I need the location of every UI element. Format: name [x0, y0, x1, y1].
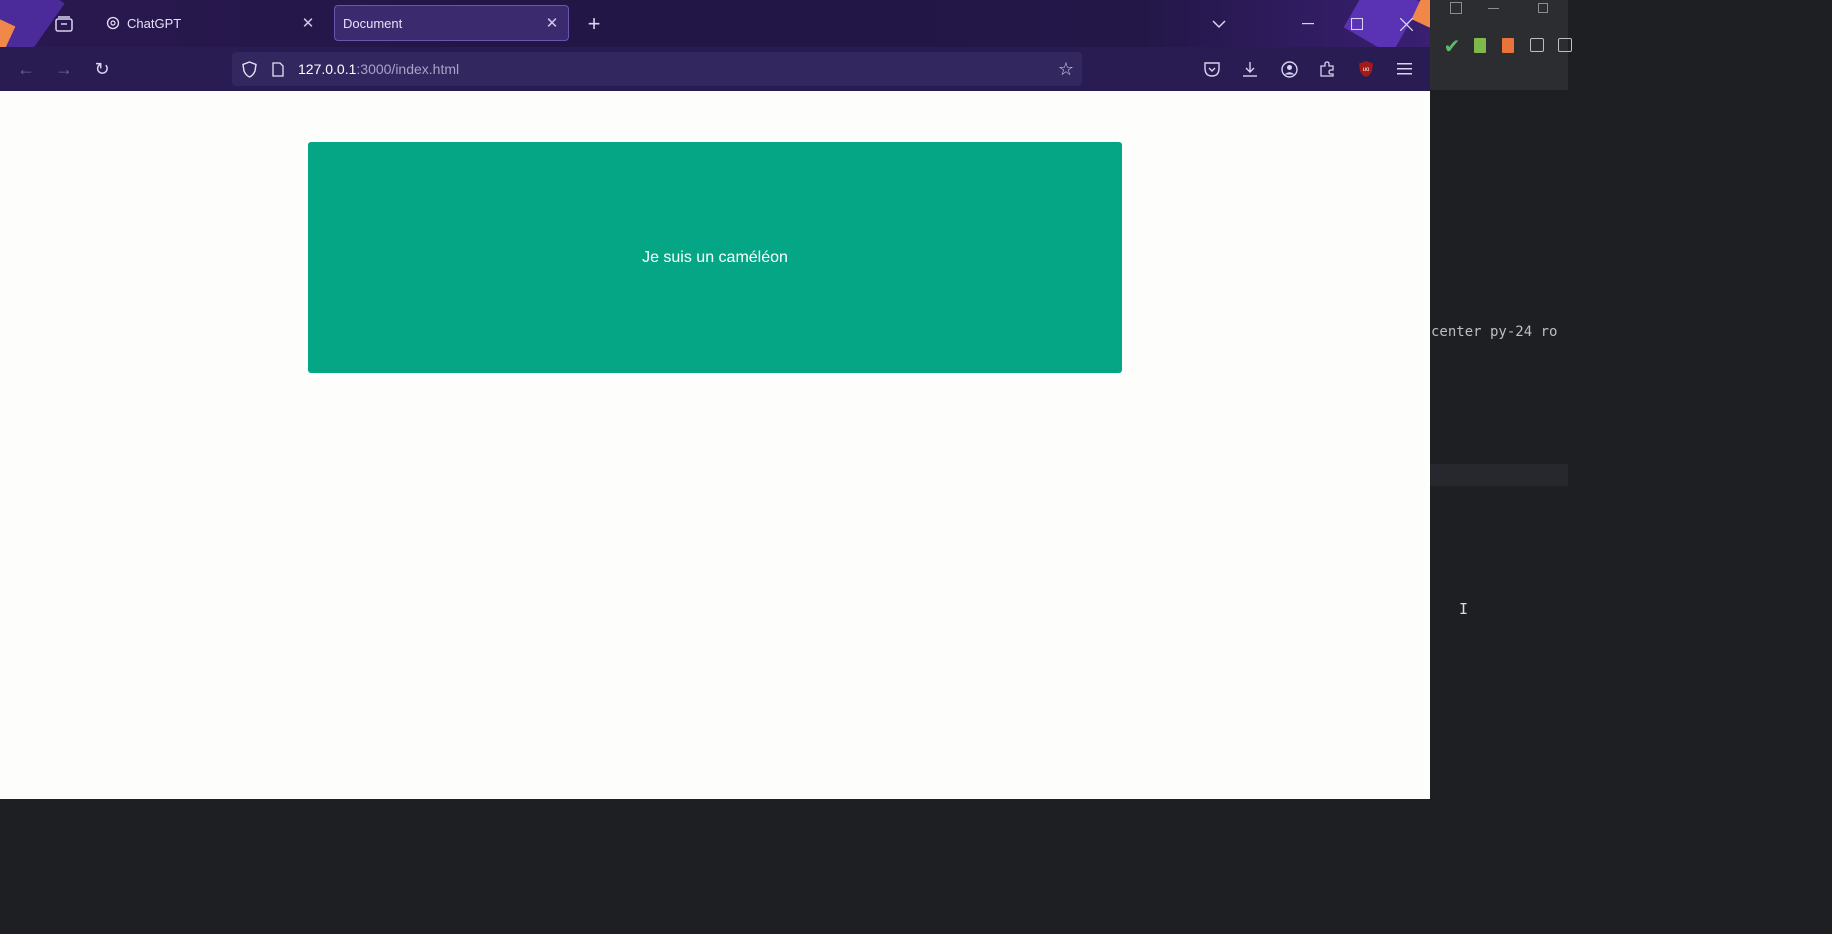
tab-title: ChatGPT: [127, 15, 182, 31]
tab-bar: ChatGPT ✕ Document ✕ +: [0, 0, 1430, 63]
window-minimize-icon[interactable]: [1488, 8, 1499, 9]
openai-icon: [106, 16, 120, 30]
window-restore-icon[interactable]: [1538, 3, 1548, 13]
new-tab-icon[interactable]: +: [582, 11, 606, 36]
code-editor-pane: ✔ center py-24 ro I: [1430, 0, 1572, 799]
tab-document[interactable]: Document ✕: [334, 5, 569, 41]
ublock-icon[interactable]: uo: [1354, 57, 1378, 81]
code-line: center py-24 ro: [1431, 324, 1558, 340]
download-icon[interactable]: [1238, 57, 1262, 81]
minimize-icon[interactable]: [1296, 12, 1320, 36]
navigation-toolbar: ← → ↻ 127.0.0.1:3000/index.html ☆ uo: [0, 47, 1430, 91]
url-path: :3000/index.html: [356, 61, 460, 77]
book-green-icon: [1474, 38, 1486, 53]
text-cursor-icon: I: [1459, 600, 1469, 618]
browser-window: ChatGPT ✕ Document ✕ + ← → ↻ 127.0.0.1:3…: [0, 0, 1430, 799]
pocket-icon[interactable]: [1200, 57, 1224, 81]
svg-text:uo: uo: [1363, 67, 1370, 73]
account-icon[interactable]: [1277, 57, 1301, 81]
current-line-highlight: [1430, 464, 1568, 486]
url-text[interactable]: 127.0.0.1:3000/index.html: [298, 61, 459, 77]
firefox-view-icon[interactable]: [52, 12, 76, 36]
card-text: Je suis un caméléon: [642, 248, 788, 266]
tab-title: Document: [343, 15, 403, 31]
close-window-icon[interactable]: [1394, 12, 1418, 36]
close-tab-icon[interactable]: ✕: [298, 14, 318, 32]
book-orange-icon: [1502, 38, 1514, 53]
menu-icon[interactable]: [1392, 57, 1416, 81]
chameleon-card: Je suis un caméléon: [308, 142, 1122, 373]
url-bar[interactable]: 127.0.0.1:3000/index.html ☆: [232, 52, 1082, 86]
close-tab-icon[interactable]: ✕: [542, 14, 562, 32]
layout-grid-icon[interactable]: [1450, 2, 1462, 14]
layout-icon[interactable]: [1530, 38, 1544, 52]
page-icon[interactable]: [267, 58, 289, 80]
forward-icon[interactable]: →: [52, 57, 76, 81]
back-icon[interactable]: ←: [14, 57, 38, 81]
page-content: Je suis un caméléon: [0, 91, 1430, 799]
url-host: 127.0.0.1: [298, 61, 357, 77]
tab-chatgpt[interactable]: ChatGPT ✕: [96, 5, 324, 41]
extensions-icon[interactable]: [1315, 57, 1339, 81]
bookmark-star-icon[interactable]: ☆: [1055, 58, 1077, 80]
check-icon: ✔: [1443, 35, 1461, 58]
reload-icon[interactable]: ↻: [90, 57, 114, 81]
list-tabs-icon[interactable]: [1207, 12, 1231, 36]
editor-toolbar: ✔: [1430, 0, 1572, 90]
maximize-icon[interactable]: [1345, 12, 1369, 36]
panel-icon[interactable]: [1558, 38, 1572, 52]
shield-icon[interactable]: [238, 58, 260, 80]
